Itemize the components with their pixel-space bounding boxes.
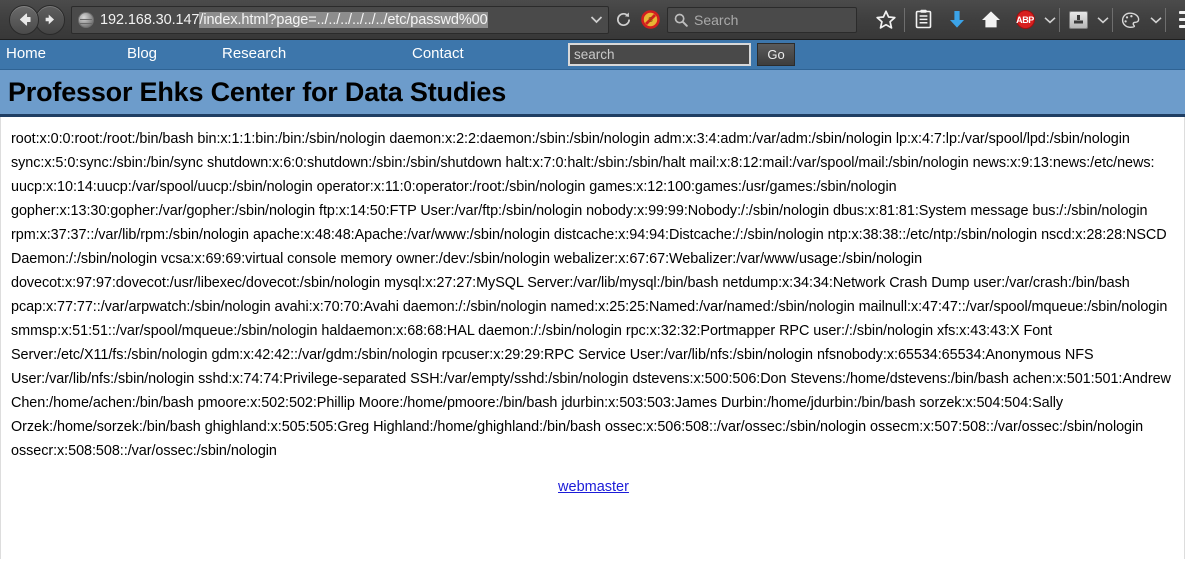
browser-toolbar: 192.168.30.147/index.html?page=../../../…	[0, 0, 1185, 40]
site-navigation-bar: Home Blog Research Contact Go	[0, 40, 1185, 70]
reader-list-icon[interactable]	[906, 4, 940, 36]
site-search-go-button[interactable]: Go	[757, 43, 795, 66]
url-host: 192.168.30.147	[100, 11, 200, 28]
chevron-down-icon[interactable]	[586, 7, 606, 33]
url-text: 192.168.30.147/index.html?page=../../../…	[100, 11, 586, 28]
noscript-icon[interactable]: S	[637, 6, 663, 34]
adblock-chevron-down-icon[interactable]	[1042, 5, 1058, 35]
url-path-selected: /index.html?page=../../../../../../etc/p…	[199, 11, 488, 28]
svg-text:S: S	[648, 17, 653, 24]
toolbar-divider	[1112, 7, 1113, 32]
home-icon[interactable]	[974, 4, 1008, 36]
adblock-plus-icon[interactable]: ABP	[1008, 4, 1042, 36]
palette-icon[interactable]	[1114, 4, 1148, 36]
browser-search-bar[interactable]: Search	[667, 6, 857, 33]
page-viewport: Home Blog Research Contact Go Professor …	[0, 40, 1185, 565]
site-header-banner: Professor Ehks Center for Data Studies	[0, 70, 1185, 117]
hamburger-menu-icon[interactable]	[1171, 3, 1185, 37]
flashblock-chevron-down-icon[interactable]	[1095, 5, 1111, 35]
browser-search-placeholder: Search	[694, 11, 739, 28]
site-favicon-globe-icon	[78, 11, 94, 28]
site-search-form: Go	[568, 43, 795, 66]
passwd-file-dump: root:x:0:0:root:/root:/bin/bash bin:x:1:…	[11, 131, 1171, 459]
footer: webmaster	[11, 478, 1176, 496]
nav-link-research[interactable]: Research	[222, 45, 286, 62]
palette-chevron-down-icon[interactable]	[1148, 5, 1164, 35]
star-icon[interactable]	[869, 4, 903, 36]
flashblock-icon[interactable]	[1061, 4, 1095, 36]
toolbar-divider	[904, 7, 905, 32]
nav-link-home[interactable]: Home	[6, 45, 46, 62]
search-icon	[674, 13, 688, 27]
url-bar[interactable]: 192.168.30.147/index.html?page=../../../…	[71, 5, 609, 34]
toolbar-divider	[1059, 7, 1060, 32]
main-content: root:x:0:0:root:/root:/bin/bash bin:x:1:…	[0, 117, 1185, 559]
download-arrow-icon[interactable]	[940, 4, 974, 36]
webmaster-link[interactable]: webmaster	[558, 479, 629, 495]
toolbar-divider	[1165, 7, 1166, 32]
page-title: Professor Ehks Center for Data Studies	[8, 76, 507, 107]
reload-icon[interactable]	[611, 6, 635, 34]
nav-link-blog[interactable]: Blog	[127, 45, 157, 62]
nav-link-contact[interactable]: Contact	[412, 45, 464, 62]
site-search-input[interactable]	[568, 43, 751, 66]
forward-button[interactable]	[35, 4, 65, 35]
back-button[interactable]	[9, 4, 39, 35]
adblock-plus-label: ABP	[1015, 10, 1035, 29]
